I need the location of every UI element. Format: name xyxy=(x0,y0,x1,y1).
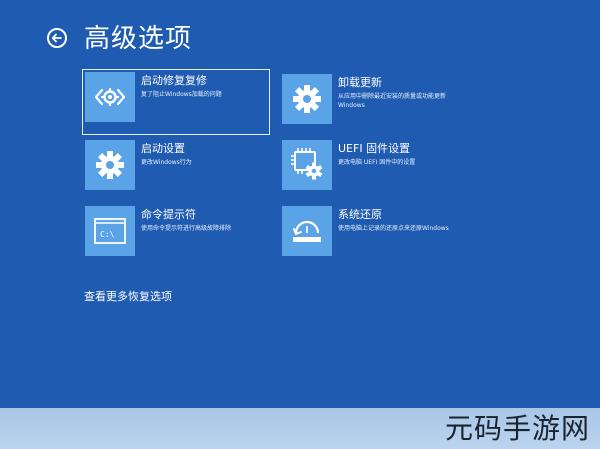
option-description: 更改电脑 UEFI 固件中的设置 xyxy=(338,159,416,166)
chip-gear-icon xyxy=(282,140,332,190)
option-title: 启动修复复修 xyxy=(141,74,207,87)
option-startup-settings[interactable]: 启动设置 更改Windows行为 xyxy=(85,140,273,200)
option-title: 启动设置 xyxy=(141,142,185,155)
back-button[interactable] xyxy=(47,28,67,48)
option-uefi-firmware-settings[interactable]: UEFI 固件设置 更改电脑 UEFI 固件中的设置 xyxy=(282,140,470,200)
option-title: 卸载更新 xyxy=(338,76,382,89)
option-title: 命令提示符 xyxy=(141,208,196,221)
option-command-prompt[interactable]: C:\ 命令提示符 使用命令提示符进行高级故障排除 xyxy=(85,206,273,266)
back-arrow-icon xyxy=(51,33,62,43)
see-more-recovery-options-link[interactable]: 查看更多恢复选项 xyxy=(84,290,172,304)
option-description: 使用电脑上记录的还原点来还原Windows xyxy=(338,225,449,232)
code-brackets-gear-icon xyxy=(85,72,135,122)
option-uninstall-updates[interactable]: 卸载更新 从应用中删除最近安装的质量或功能更新Windows xyxy=(282,74,470,134)
recovery-screen: 高级选项 启动修复复修 复了阻止Windows加载的问题 卸载更新 从应用中删除… xyxy=(0,0,600,408)
option-startup-repair[interactable]: 启动修复复修 复了阻止Windows加载的问题 xyxy=(82,69,270,135)
option-title: UEFI 固件设置 xyxy=(338,142,411,155)
gear-icon xyxy=(282,74,332,124)
option-title: 系统还原 xyxy=(338,208,382,221)
gear-icon xyxy=(85,140,135,190)
system-restore-icon xyxy=(282,206,332,256)
option-description: 使用命令提示符进行高级故障排除 xyxy=(141,225,232,232)
option-description: 更改Windows行为 xyxy=(141,159,192,166)
option-description: 从应用中删除最近安装的质量或功能更新Windows xyxy=(338,93,447,109)
watermark-text: 元码手游网 xyxy=(444,412,590,445)
command-prompt-icon: C:\ xyxy=(85,206,135,256)
option-description: 复了阻止Windows加载的问题 xyxy=(141,91,222,98)
option-system-restore[interactable]: 系统还原 使用电脑上记录的还原点来还原Windows xyxy=(282,206,470,266)
svg-text:C:\: C:\ xyxy=(100,230,115,239)
page-title: 高级选项 xyxy=(84,24,193,54)
